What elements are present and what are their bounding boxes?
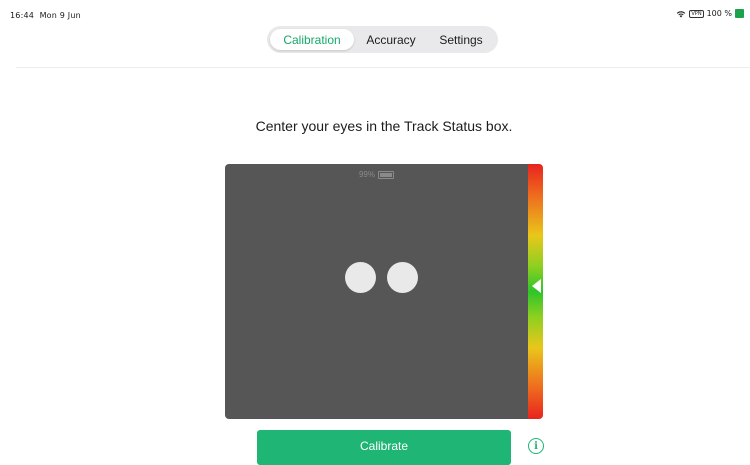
tab-calibration[interactable]: Calibration: [270, 29, 354, 50]
status-indicators: VPN 100 %: [676, 9, 744, 18]
left-eye-indicator: [345, 262, 376, 293]
status-date: Mon 9 Jun: [39, 11, 81, 20]
track-readout: 99%: [225, 170, 528, 179]
track-status-box: 99%: [225, 164, 528, 419]
track-readout-value: 99%: [358, 170, 375, 179]
vpn-badge: VPN: [689, 9, 704, 18]
status-bar: 16:44 Mon 9 Jun VPN 100 %: [0, 0, 750, 22]
battery-percent: 100 %: [706, 9, 732, 18]
wifi-icon: [677, 10, 686, 17]
distance-pointer-icon: [532, 279, 541, 293]
segmented-control: Calibration Accuracy Settings: [267, 26, 498, 53]
info-icon[interactable]: i: [528, 438, 544, 454]
tab-settings[interactable]: Settings: [428, 29, 494, 50]
header-divider: [16, 67, 750, 68]
readout-battery-icon: [378, 170, 394, 179]
instruction-text: Center your eyes in the Track Status box…: [255, 118, 513, 134]
status-clock: 16:44: [10, 11, 35, 20]
tab-accuracy[interactable]: Accuracy: [354, 29, 428, 50]
battery-icon: [735, 9, 744, 18]
right-eye-indicator: [387, 262, 418, 293]
status-time: 16:44 Mon 9 Jun: [10, 11, 81, 20]
calibrate-button[interactable]: Calibrate: [257, 430, 511, 465]
